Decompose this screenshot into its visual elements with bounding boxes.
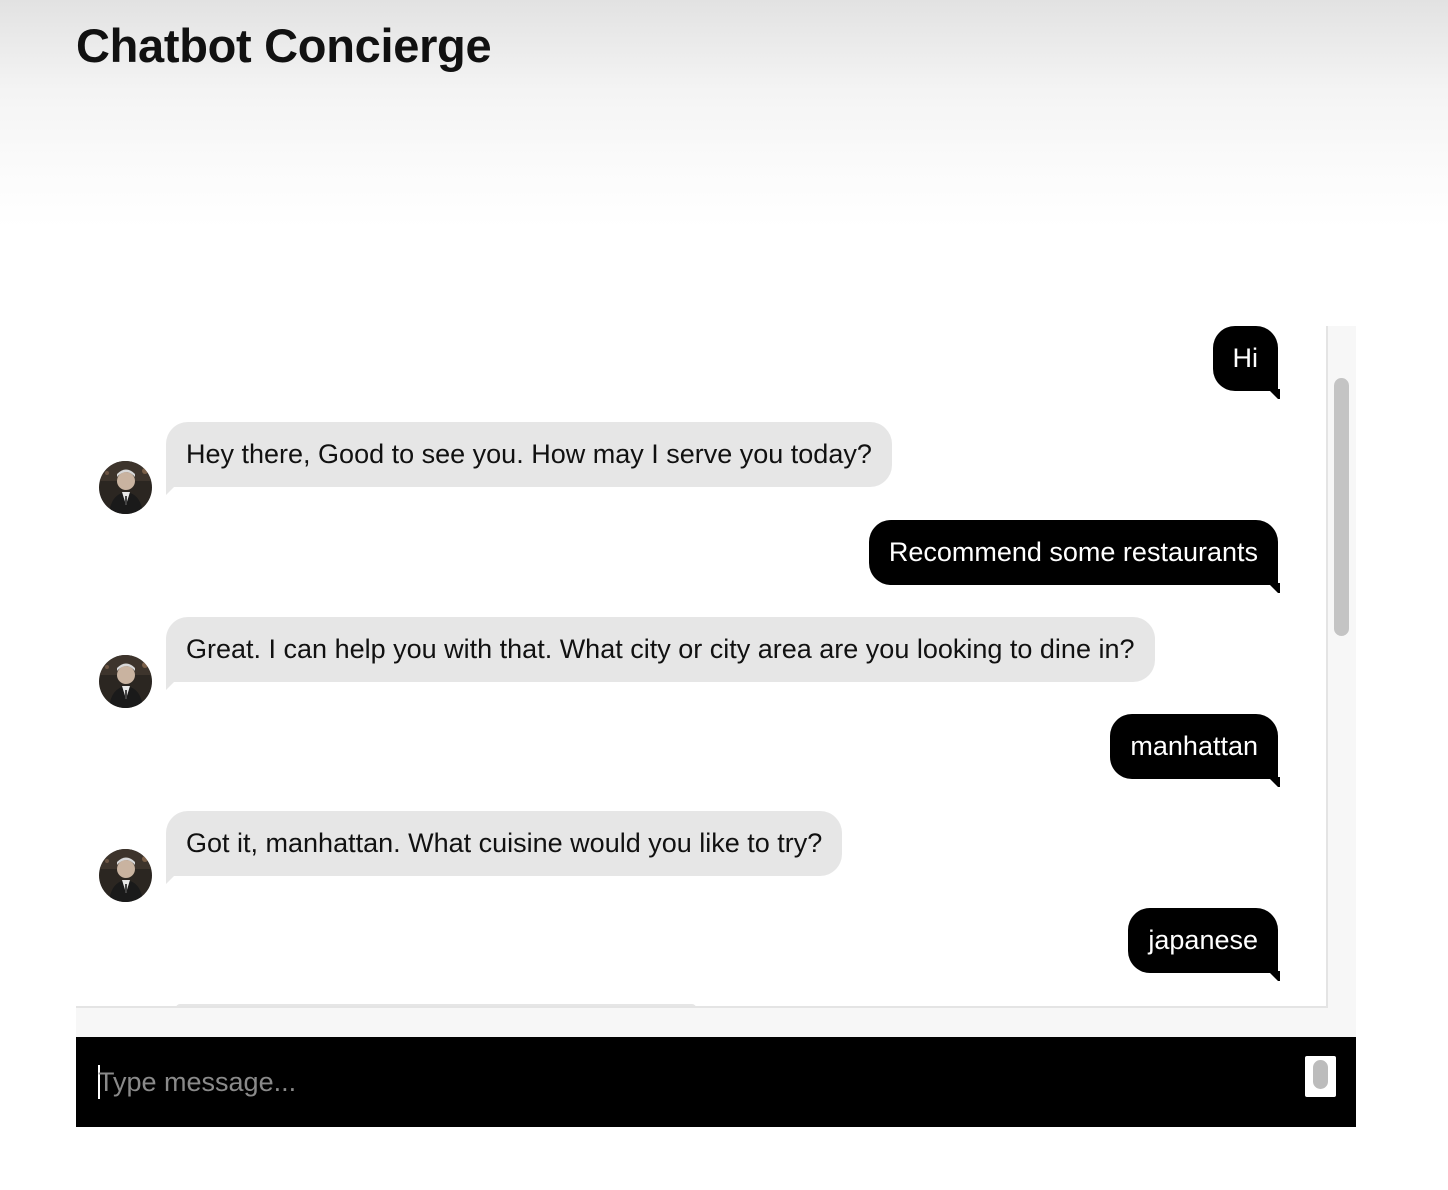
bot-message: Hey there, Good to see you. How may I se… — [166, 422, 892, 495]
bot-message: Got it, manhattan. What cuisine would yo… — [166, 811, 843, 884]
send-icon — [1313, 1060, 1328, 1089]
message-composer — [76, 1037, 1356, 1127]
message-input[interactable] — [98, 1060, 1278, 1104]
chat-window: Hi Hey there, Good to see you. How may I… — [76, 326, 1356, 1037]
bot-avatar-icon — [99, 655, 152, 708]
scrollbar-thumb[interactable] — [1334, 378, 1349, 636]
bot-avatar-icon — [99, 461, 152, 514]
send-button[interactable] — [1305, 1056, 1336, 1097]
app-title: Chatbot Concierge — [76, 19, 492, 72]
bot-message: Great. I can help you with that. What ci… — [166, 617, 1155, 690]
bot-avatar-icon — [99, 849, 152, 902]
app-header: Chatbot Concierge — [0, 0, 1448, 228]
bot-message-partial — [176, 1004, 696, 1006]
user-message: manhattan — [1110, 714, 1280, 787]
user-message: Recommend some restaurants — [868, 520, 1281, 593]
message-list[interactable]: Hi Hey there, Good to see you. How may I… — [76, 326, 1328, 1008]
user-message: Hi — [1212, 326, 1280, 399]
user-message: japanese — [1128, 908, 1280, 981]
